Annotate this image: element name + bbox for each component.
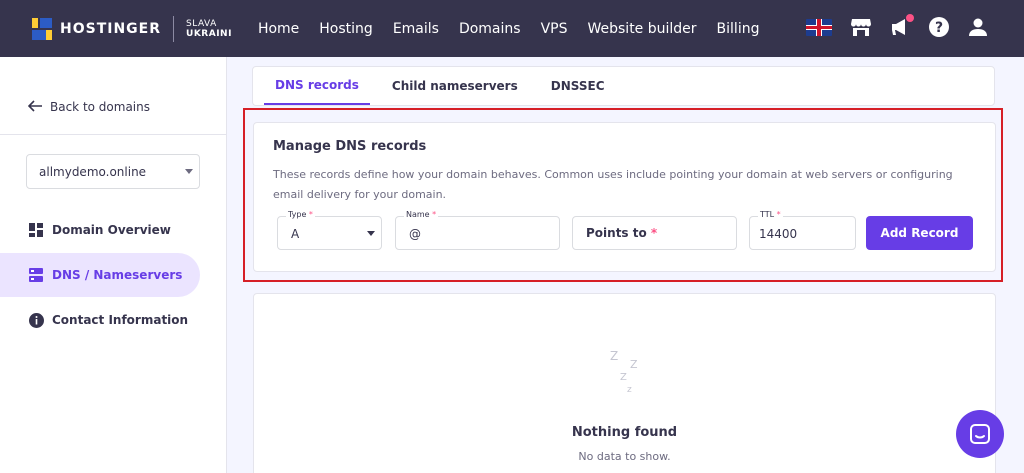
notification-dot: [906, 14, 914, 22]
name-input[interactable]: Name * @: [395, 210, 560, 250]
add-record-button[interactable]: Add Record: [866, 216, 973, 250]
type-select[interactable]: Type * A: [277, 210, 382, 250]
svg-text:Z: Z: [610, 349, 618, 363]
svg-text:z: z: [627, 385, 632, 395]
tab-child-nameservers[interactable]: Child nameservers: [381, 67, 529, 105]
type-label: Type *: [286, 210, 315, 219]
help-icon[interactable]: ?: [928, 16, 950, 38]
chevron-down-icon: [367, 231, 375, 236]
sidebar-item-label: Domain Overview: [52, 223, 171, 237]
svg-text:Z: Z: [630, 358, 638, 371]
nav-home[interactable]: Home: [258, 21, 299, 37]
top-navigation: HOSTINGER SLAVA UKRAINI Home Hosting Ema…: [0, 0, 1024, 57]
back-to-domains-link[interactable]: Back to domains: [27, 97, 151, 116]
slava-ukraini: SLAVA UKRAINI: [186, 18, 232, 39]
store-icon[interactable]: [850, 17, 872, 37]
chevron-down-icon: [185, 169, 193, 174]
manage-dns-title: Manage DNS records: [273, 139, 427, 154]
manage-dns-card: Manage DNS records These records define …: [253, 122, 996, 272]
main-nav: Home Hosting Emails Domains VPS Website …: [258, 21, 780, 37]
arrow-left-icon: [27, 97, 42, 116]
chat-icon: [970, 424, 990, 444]
tab-dns-records[interactable]: DNS records: [264, 67, 370, 105]
ttl-label: TTL *: [758, 210, 783, 219]
type-value: A: [291, 227, 300, 241]
megaphone-icon[interactable]: [890, 14, 914, 37]
empty-subtitle: No data to show.: [578, 450, 671, 463]
nav-emails[interactable]: Emails: [393, 21, 439, 37]
sidebar-divider: [0, 134, 227, 135]
points-to-input[interactable]: Points to *: [572, 216, 737, 250]
info-icon: [28, 312, 44, 328]
records-empty-state: Z Z Z z Nothing found No data to show.: [253, 293, 996, 473]
user-icon[interactable]: [968, 17, 988, 37]
dashboard-icon: [28, 222, 44, 238]
ttl-input[interactable]: TTL * 14400: [749, 210, 856, 250]
back-label: Back to domains: [50, 99, 151, 114]
svg-text:?: ?: [935, 20, 943, 36]
sidebar-item-dns-nameservers[interactable]: DNS / Nameservers: [0, 253, 200, 297]
brand-name: HOSTINGER: [60, 20, 162, 37]
points-to-placeholder: Points to *: [586, 226, 658, 240]
sidebar-item-label: DNS / Nameservers: [52, 268, 183, 282]
name-value: @: [409, 227, 421, 241]
domain-select-value: allmydemo.online: [39, 164, 147, 179]
uk-flag-icon[interactable]: [806, 18, 832, 36]
ttl-value: 14400: [759, 227, 798, 241]
domain-select[interactable]: allmydemo.online: [26, 154, 200, 189]
nav-domains[interactable]: Domains: [459, 21, 521, 37]
sleeping-zzz-icon: Z Z Z z: [606, 346, 646, 396]
nav-hosting[interactable]: Hosting: [319, 21, 373, 37]
nav-website-builder[interactable]: Website builder: [587, 21, 696, 37]
sidebar-item-label: Contact Information: [52, 313, 189, 327]
logo-divider: [173, 15, 175, 42]
nav-billing[interactable]: Billing: [717, 21, 760, 37]
nav-vps[interactable]: VPS: [541, 21, 568, 37]
name-label: Name *: [404, 210, 439, 219]
server-icon: [28, 267, 44, 283]
empty-title: Nothing found: [571, 425, 678, 440]
dns-tabs: DNS records Child nameservers DNSSEC: [252, 66, 995, 106]
chat-button[interactable]: [956, 410, 1004, 458]
sidebar-item-contact-information[interactable]: Contact Information: [0, 298, 200, 342]
sidebar-item-domain-overview[interactable]: Domain Overview: [0, 208, 200, 252]
manage-dns-description: These records define how your domain beh…: [273, 168, 953, 201]
hostinger-logo[interactable]: HOSTINGER SLAVA UKRAINI: [32, 15, 232, 42]
tab-dnssec[interactable]: DNSSEC: [540, 67, 616, 105]
top-icons: ?: [788, 14, 988, 38]
hostinger-logo-mark: [32, 17, 52, 40]
svg-text:Z: Z: [620, 372, 627, 383]
sidebar: Back to domains allmydemo.online Domain …: [0, 57, 227, 473]
